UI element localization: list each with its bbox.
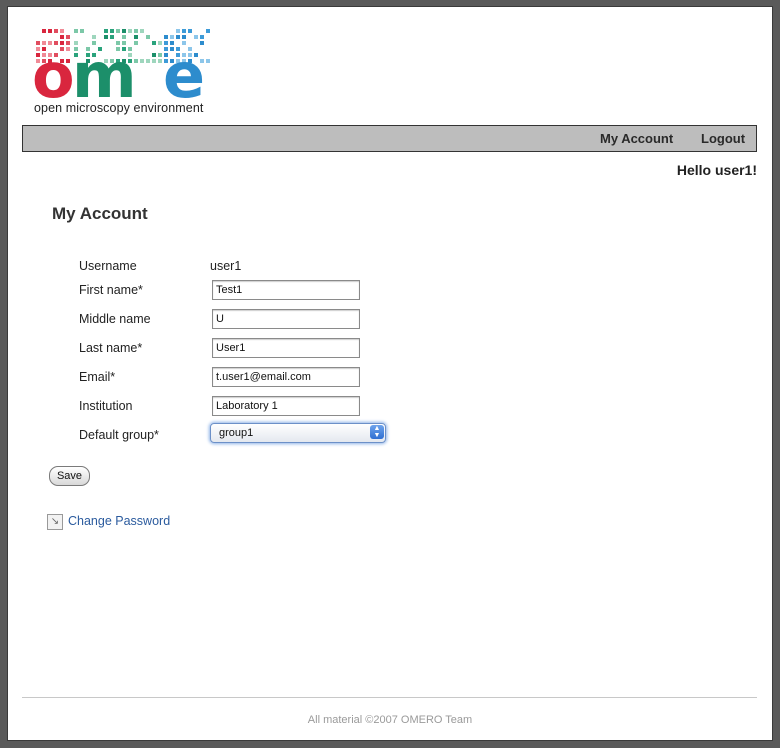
- logo-letter-m: m: [72, 39, 137, 105]
- institution-row: Institution: [79, 396, 479, 416]
- first-name-input[interactable]: [212, 280, 360, 300]
- save-button[interactable]: Save: [49, 466, 90, 486]
- logo-pixel: [206, 59, 210, 63]
- first-name-row: First name*: [79, 280, 479, 300]
- select-arrows-icon: ▲ ▼: [370, 425, 384, 439]
- logo-pixel: [152, 59, 156, 63]
- logo-letter-o: o: [32, 39, 75, 105]
- username-row: Username user1: [79, 256, 479, 276]
- institution-input[interactable]: [212, 396, 360, 416]
- default-group-row: Default group* group1 ▲ ▼: [79, 423, 479, 445]
- first-name-label: First name*: [79, 283, 143, 297]
- middle-name-label: Middle name: [79, 312, 151, 326]
- footer-divider: [22, 697, 757, 698]
- footer-copyright: All material ©2007 OMERO Team: [307, 714, 473, 726]
- logo-pixel: [176, 29, 180, 33]
- email-input[interactable]: [212, 367, 360, 387]
- logo-pixel: [188, 29, 192, 33]
- logo-pixel: [54, 29, 58, 33]
- email-label: Email*: [79, 370, 116, 384]
- logo-pixel: [146, 35, 150, 39]
- logo-tagline: open microscopy environment: [34, 101, 204, 115]
- last-name-label: Last name*: [79, 341, 143, 355]
- change-password-link[interactable]: Change Password: [68, 514, 170, 528]
- logo-pixel: [152, 53, 156, 57]
- logo-pixel: [42, 29, 46, 33]
- logo-pixel: [182, 29, 186, 33]
- logo-letter-e: e: [163, 39, 205, 105]
- page-title: My Account: [52, 204, 148, 223]
- logo-pixel: [146, 59, 150, 63]
- ome-logo-graphic: o m e: [32, 29, 210, 105]
- email-row: Email*: [79, 367, 479, 387]
- default-group-label: Default group*: [79, 428, 159, 442]
- logo-pixel: [140, 59, 144, 63]
- last-name-input[interactable]: [212, 338, 360, 358]
- logo-pixel: [116, 29, 120, 33]
- logo-pixel: [80, 29, 84, 33]
- greeting-text: Hello user1!: [676, 162, 757, 178]
- ome-logo: o m e open microscopy environment: [32, 25, 232, 125]
- logo-pixel: [74, 29, 78, 33]
- logo-pixel: [104, 29, 108, 33]
- external-link-icon: ↘: [47, 514, 63, 530]
- logo-pixel: [158, 59, 162, 63]
- logo-pixel: [158, 41, 162, 45]
- logo-pixel: [122, 29, 126, 33]
- logo-pixel: [110, 29, 114, 33]
- logo-pixel: [152, 41, 156, 45]
- last-name-row: Last name*: [79, 338, 479, 358]
- logo-pixel: [140, 29, 144, 33]
- username-label: Username: [79, 259, 137, 273]
- username-value: user1: [210, 259, 242, 273]
- middle-name-row: Middle name: [79, 309, 479, 329]
- nav-logout-link[interactable]: Logout: [701, 131, 745, 146]
- logo-pixel: [48, 29, 52, 33]
- nav-my-account-link[interactable]: My Account: [600, 131, 673, 146]
- page-frame: o m e open microscopy environment My Acc…: [8, 7, 772, 740]
- middle-name-input[interactable]: [212, 309, 360, 329]
- logo-pixel: [134, 29, 138, 33]
- logo-pixel: [60, 29, 64, 33]
- logo-pixel: [128, 29, 132, 33]
- default-group-selected: group1: [219, 427, 254, 439]
- institution-label: Institution: [79, 399, 133, 413]
- logo-pixel: [158, 53, 162, 57]
- top-navbar: My Account Logout: [22, 125, 757, 152]
- logo-pixel: [206, 29, 210, 33]
- default-group-select[interactable]: group1 ▲ ▼: [210, 423, 386, 443]
